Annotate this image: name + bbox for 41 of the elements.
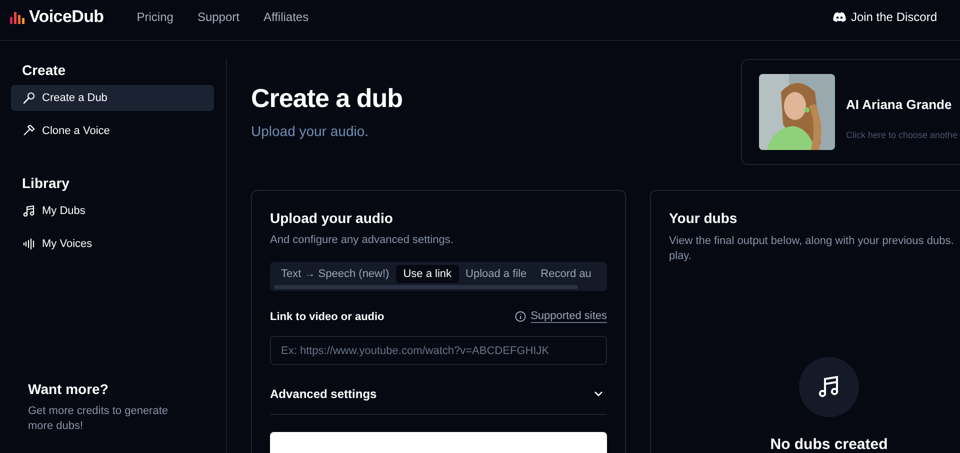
- promo-title: Want more?: [28, 381, 110, 397]
- section-heading: Create: [22, 62, 67, 78]
- mic-icon: [23, 92, 35, 104]
- tab[interactable]: Use a link: [396, 265, 459, 283]
- field-label: Link to video or audio: [270, 310, 384, 322]
- voice-card[interactable]: AI Ariana Grande Click here to choose anothe: [741, 59, 960, 165]
- page-title: Create a dub: [251, 83, 402, 114]
- advanced-settings-toggle[interactable]: Advanced settings: [270, 365, 607, 415]
- card-description: View the final output below, along with your previous dubs. play.: [669, 234, 955, 264]
- sidebar-item[interactable]: My Dubs: [11, 198, 214, 224]
- sidebar-item[interactable]: My Voices: [11, 231, 214, 257]
- info-icon: [514, 311, 526, 322]
- nav-link[interactable]: Support: [197, 10, 240, 24]
- section-heading: Library: [22, 175, 70, 191]
- tab[interactable]: Record au: [534, 265, 598, 283]
- voice-hint: Click here to choose anothe: [846, 130, 958, 140]
- discord-link[interactable]: Join the Discord: [832, 10, 937, 24]
- empty-state-text: No dubs created: [770, 436, 888, 453]
- music-note-icon: [817, 375, 841, 399]
- page-subtitle: Upload your audio.: [251, 123, 370, 139]
- card-title: Your dubs: [669, 210, 738, 226]
- tab[interactable]: Text → Speech (new!): [274, 265, 396, 283]
- supported-sites-link[interactable]: Supported sites: [514, 310, 607, 323]
- promo-text: Get more credits to generate more dubs!: [28, 404, 170, 434]
- link-input[interactable]: Ex: https://www.youtube.com/watch?v=ABCDEFGHIJK: [270, 336, 607, 365]
- sidebar-item[interactable]: Create a Dub: [11, 85, 214, 111]
- logo[interactable]: VoiceDub: [29, 6, 104, 26]
- nav-link[interactable]: Pricing: [136, 10, 174, 24]
- sound-wave-icon: [23, 238, 35, 250]
- discord-icon: [832, 12, 846, 22]
- nav-link[interactable]: Affiliates: [263, 10, 309, 24]
- voice-name: AI Ariana Grande: [846, 96, 953, 112]
- card-title: Upload your audio: [270, 210, 394, 226]
- logo-icon: [10, 10, 26, 24]
- chevron-icon: [594, 391, 603, 397]
- card-subtitle: And configure any advanced settings.: [270, 234, 454, 246]
- tab[interactable]: Upload a file: [458, 265, 534, 283]
- sidebar-item[interactable]: Clone a Voice: [11, 118, 214, 144]
- hammer-icon: [23, 125, 35, 137]
- music-note-icon: [23, 205, 35, 217]
- submit-button[interactable]: [270, 432, 607, 453]
